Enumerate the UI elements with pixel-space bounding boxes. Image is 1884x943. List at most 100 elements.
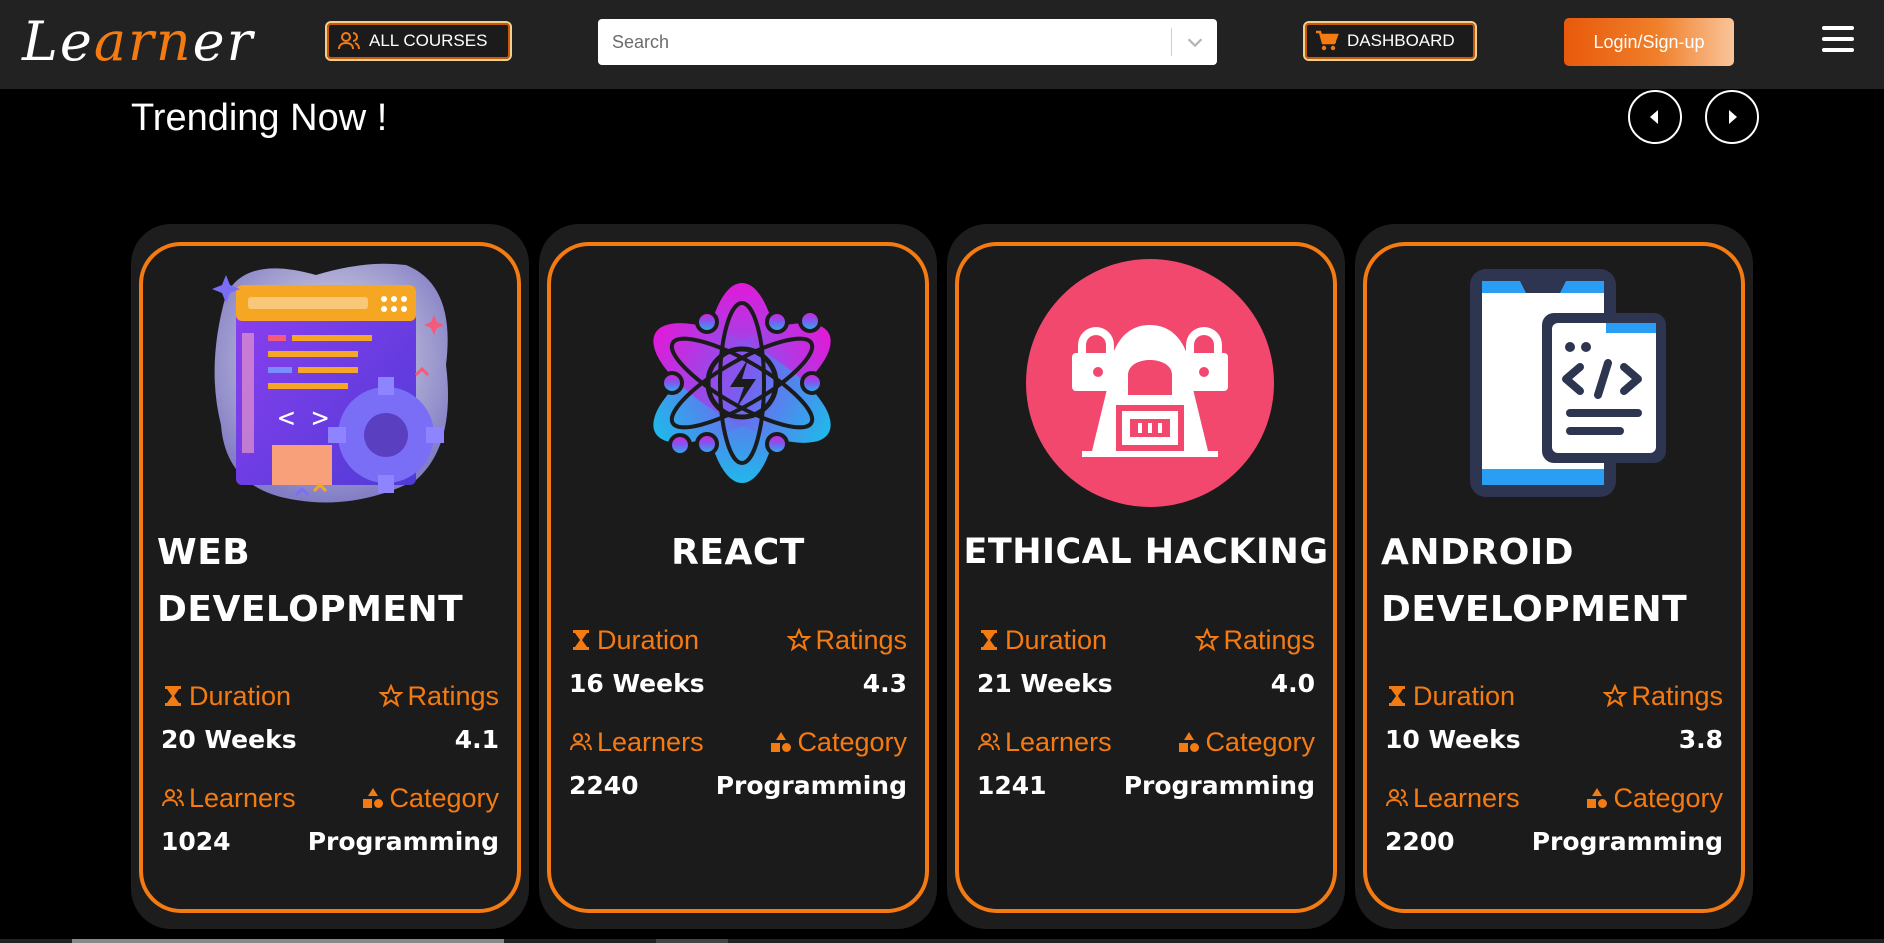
learners-label-text: Learners xyxy=(1413,783,1520,813)
course-card-frame: ETHICAL HACKING Duration Ratings 21 Week… xyxy=(955,242,1337,913)
course-title: WEB DEVELOPMENT xyxy=(157,532,464,630)
all-courses-button[interactable]: ALL COURSES xyxy=(325,21,512,61)
search-divider xyxy=(1171,28,1172,56)
meta-values-row-1: 16 Weeks 4.3 xyxy=(569,664,907,708)
star-icon xyxy=(787,628,812,652)
duration-label-text: Duration xyxy=(1413,681,1516,711)
ratings-label: Ratings xyxy=(379,676,499,716)
dashboard-label: DASHBOARD xyxy=(1347,31,1455,50)
learners-label: Learners xyxy=(569,722,704,762)
category-label: Category xyxy=(1585,778,1723,818)
section-title: Trending Now ! xyxy=(131,97,388,139)
category-value: Programming xyxy=(1123,771,1315,800)
learner-logo[interactable]: Learner xyxy=(22,6,254,78)
hourglass-icon xyxy=(573,630,589,650)
course-card-android-development[interactable]: ANDROID DEVELOPMENT Duration Ratings 10 … xyxy=(1355,224,1753,929)
carousel-prev-button[interactable] xyxy=(1628,90,1682,144)
hacker-icon xyxy=(1026,259,1274,507)
logo-part-3: er xyxy=(192,10,255,73)
course-title: ANDROID DEVELOPMENT xyxy=(1381,532,1688,630)
duration-label-text: Duration xyxy=(189,681,292,711)
category-label-text: Category xyxy=(389,783,499,813)
duration-value: 16 Weeks xyxy=(569,669,705,698)
ratings-label: Ratings xyxy=(1603,676,1723,716)
meta-labels-row-1: Duration Ratings xyxy=(569,620,907,664)
meta-values-row-1: 21 Weeks 4.0 xyxy=(977,664,1315,708)
learners-label: Learners xyxy=(1385,778,1520,818)
duration-label: Duration xyxy=(161,676,291,716)
category-label: Category xyxy=(769,722,907,762)
meta-labels-row-1: Duration Ratings xyxy=(1385,676,1723,720)
course-card-react[interactable]: REACT Duration Ratings 16 Weeks 4.3 Lear… xyxy=(539,224,937,929)
meta-labels-row-1: Duration Ratings xyxy=(161,676,499,720)
all-courses-label: ALL COURSES xyxy=(369,31,488,50)
hamburger-icon[interactable] xyxy=(1822,26,1854,58)
logo-part-1: Le xyxy=(22,10,94,73)
users-icon xyxy=(162,789,184,807)
dashboard-button[interactable]: DASHBOARD xyxy=(1303,21,1477,61)
users-icon xyxy=(570,733,592,751)
shapes-icon xyxy=(771,732,792,752)
star-icon xyxy=(1195,628,1220,652)
duration-label-text: Duration xyxy=(1005,625,1108,655)
meta-values-row-1: 10 Weeks 3.8 xyxy=(1385,720,1723,764)
category-label-text: Category xyxy=(1205,727,1315,757)
chevron-down-icon[interactable] xyxy=(1184,31,1206,53)
category-value: Programming xyxy=(715,771,907,800)
react-atom-icon xyxy=(653,283,831,483)
ratings-label: Ratings xyxy=(787,620,907,660)
meta-values-row-1: 20 Weeks 4.1 xyxy=(161,720,499,764)
hamburger-line xyxy=(1822,48,1854,52)
meta-labels-row-1: Duration Ratings xyxy=(977,620,1315,664)
course-meta: Duration Ratings 20 Weeks 4.1 Learners C… xyxy=(161,676,499,866)
ratings-label-text: Ratings xyxy=(1631,681,1723,711)
scrollbar-thumb-secondary[interactable] xyxy=(656,939,728,943)
course-card-frame: REACT Duration Ratings 16 Weeks 4.3 Lear… xyxy=(547,242,929,913)
category-label-text: Category xyxy=(1613,783,1723,813)
meta-values-row-2: 2240 Programming xyxy=(569,766,907,810)
caret-right-icon xyxy=(1729,110,1737,124)
meta-labels-row-2: Learners Category xyxy=(977,722,1315,766)
hamburger-line xyxy=(1822,26,1854,30)
duration-label: Duration xyxy=(1385,676,1515,716)
category-value: Programming xyxy=(1531,827,1723,856)
meta-values-row-2: 1241 Programming xyxy=(977,766,1315,810)
duration-value: 21 Weeks xyxy=(977,669,1113,698)
users-icon xyxy=(1386,789,1408,807)
meta-labels-row-2: Learners Category xyxy=(1385,778,1723,822)
hourglass-icon xyxy=(165,686,181,706)
cart-icon xyxy=(1316,30,1339,51)
rating-value: 4.1 xyxy=(454,725,499,754)
category-value: Programming xyxy=(307,827,499,856)
rating-value: 3.8 xyxy=(1678,725,1723,754)
course-meta: Duration Ratings 16 Weeks 4.3 Learners C… xyxy=(569,620,907,810)
rating-value: 4.0 xyxy=(1270,669,1315,698)
login-signup-button[interactable]: Login/Sign-up xyxy=(1564,18,1734,66)
web-development-illustration: < > xyxy=(212,263,448,503)
learners-label: Learners xyxy=(161,778,296,818)
course-meta: Duration Ratings 10 Weeks 3.8 Learners C… xyxy=(1385,676,1723,866)
learners-value: 1241 xyxy=(977,771,1047,800)
ratings-label: Ratings xyxy=(1195,620,1315,660)
logo-part-2: arn xyxy=(93,10,193,73)
search-input[interactable] xyxy=(598,19,1168,65)
scrollbar-thumb[interactable] xyxy=(72,939,504,943)
shapes-icon xyxy=(1587,788,1608,808)
course-title: REACT xyxy=(671,532,805,573)
meta-values-row-2: 2200 Programming xyxy=(1385,822,1723,866)
search-box[interactable] xyxy=(598,19,1217,65)
android-code-icon xyxy=(1470,269,1666,497)
hamburger-line xyxy=(1822,37,1854,41)
learners-label: Learners xyxy=(977,722,1112,762)
carousel-next-button[interactable] xyxy=(1705,90,1759,144)
ratings-label-text: Ratings xyxy=(815,625,907,655)
course-card-frame: < > WEB DEVELOPMENT Duration Ratings 20 … xyxy=(139,242,521,913)
meta-labels-row-2: Learners Category xyxy=(161,778,499,822)
course-card-ethical-hacking[interactable]: ETHICAL HACKING Duration Ratings 21 Week… xyxy=(947,224,1345,929)
ratings-label-text: Ratings xyxy=(407,681,499,711)
meta-labels-row-2: Learners Category xyxy=(569,722,907,766)
users-icon xyxy=(978,733,1000,751)
course-card-web-development[interactable]: < > WEB DEVELOPMENT Duration Ratings 20 … xyxy=(131,224,529,929)
course-title: ETHICAL HACKING xyxy=(963,532,1329,572)
svg-text:< >: < > xyxy=(278,401,329,434)
